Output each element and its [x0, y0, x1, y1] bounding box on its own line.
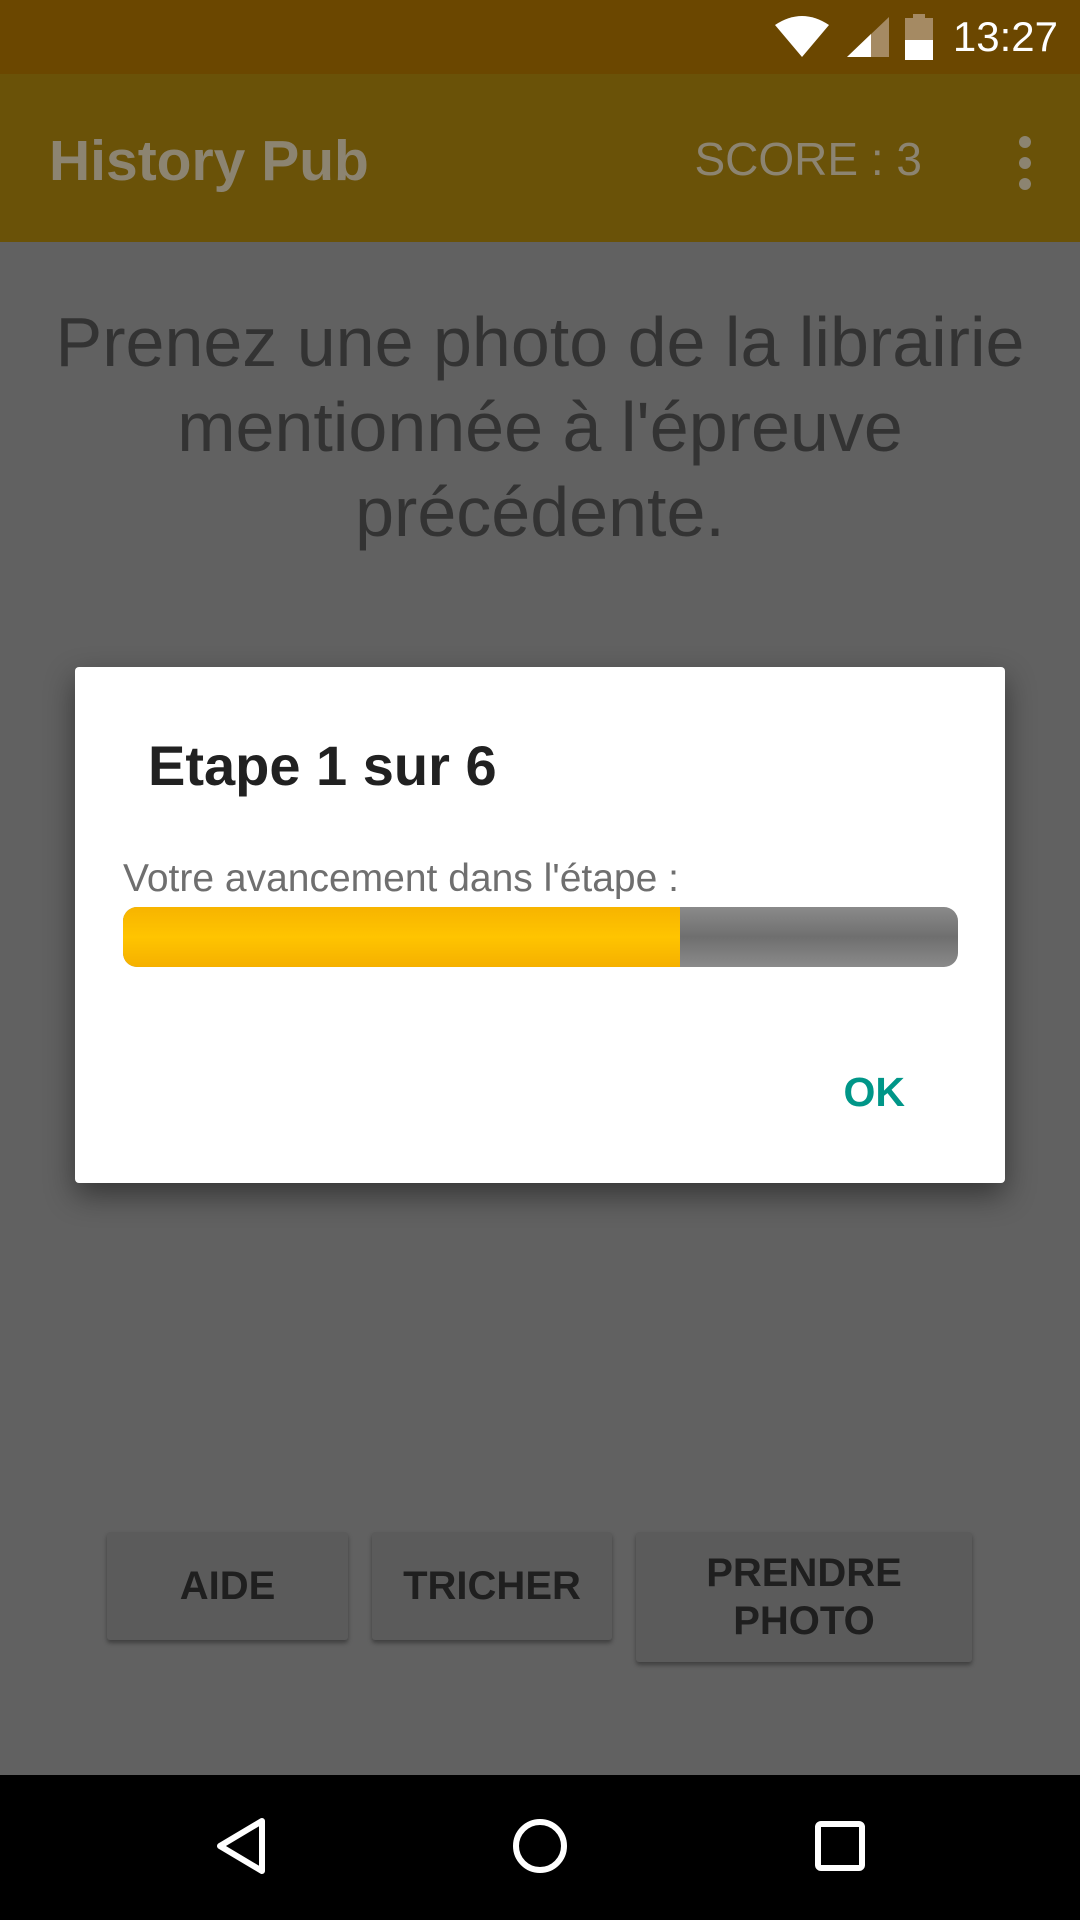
- ok-button[interactable]: OK: [844, 1069, 906, 1116]
- wifi-icon: [774, 16, 829, 57]
- status-bar: 13:27: [0, 0, 1080, 74]
- dialog-title: Etape 1 sur 6: [148, 734, 497, 797]
- progress-bar: [123, 907, 958, 967]
- home-icon[interactable]: [505, 1811, 575, 1881]
- app-title: History Pub: [49, 129, 369, 193]
- overflow-menu-icon[interactable]: [1010, 136, 1040, 190]
- battery-icon: [904, 14, 933, 60]
- recents-icon[interactable]: [805, 1811, 875, 1881]
- status-time: 13:27: [952, 13, 1058, 60]
- app-bar: History Pub SCORE : 3: [0, 74, 1080, 242]
- navigation-bar: [0, 1775, 1080, 1920]
- signal-icon: [846, 17, 889, 57]
- progress-dialog: Etape 1 sur 6 Votre avancement dans l'ét…: [75, 667, 1005, 1183]
- instruction-text: Prenez une photo de la librairie mention…: [55, 303, 1025, 551]
- progress-label: Votre avancement dans l'étape :: [123, 857, 679, 900]
- back-icon[interactable]: [208, 1811, 278, 1881]
- prendre-photo-button[interactable]: PRENDRE PHOTO: [636, 1532, 972, 1662]
- score-label: SCORE : 3: [694, 133, 922, 185]
- status-icons: 13:27: [773, 0, 1058, 74]
- progress-fill: [123, 907, 680, 967]
- aide-button[interactable]: AIDE: [107, 1532, 348, 1640]
- tricher-button[interactable]: TRICHER: [372, 1532, 612, 1640]
